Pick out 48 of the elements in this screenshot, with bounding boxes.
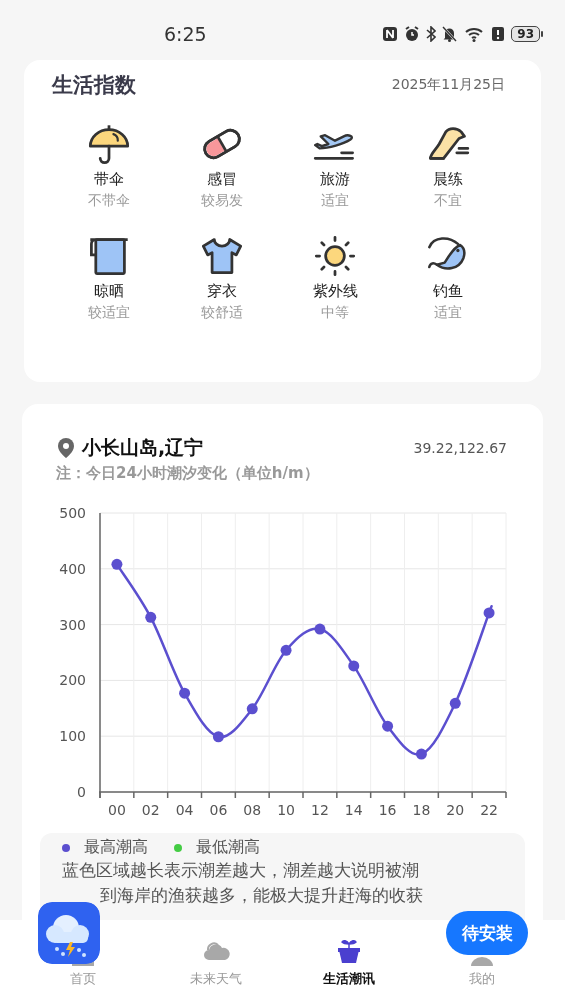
y-tick-label: 300 xyxy=(59,616,86,633)
x-tick-label: 06 xyxy=(209,802,228,818)
index-name: 带伞 xyxy=(93,169,124,190)
location-name: 小长山岛,辽宁 xyxy=(82,435,204,460)
index-value: 中等 xyxy=(321,303,350,322)
x-tick-label: 02 xyxy=(141,802,160,818)
coordinates-label: 39.22,122.67 xyxy=(413,440,507,456)
x-tick-label: 12 xyxy=(311,802,329,818)
index-value: 较舒适 xyxy=(200,303,243,322)
index-value: 较适宜 xyxy=(87,303,130,322)
legend-label: 最低潮高 xyxy=(196,837,260,858)
y-tick-label: 0 xyxy=(77,784,86,800)
x-tick-label: 14 xyxy=(344,802,363,818)
x-tick-label: 18 xyxy=(412,802,431,818)
chart-note: 注：今日24小时潮汐变化（单位h/m） xyxy=(56,464,320,483)
section-title: 生活指数 xyxy=(52,72,136,99)
description-text: 蓝色区域越长表示潮差越大，潮差越大说明被潮 xyxy=(62,859,420,882)
install-toast[interactable]: 待安装 xyxy=(446,911,528,955)
x-tick-label: 00 xyxy=(108,802,126,818)
legend-label: 最高潮高 xyxy=(84,837,148,858)
index-value: 适宜 xyxy=(321,191,350,210)
index-name: 钓鱼 xyxy=(433,281,464,302)
x-tick-label: 16 xyxy=(378,802,397,818)
y-tick-label: 100 xyxy=(59,728,86,745)
index-value: 不宜 xyxy=(434,191,463,210)
index-name: 晨练 xyxy=(433,169,464,190)
clock-time: 6:25 xyxy=(164,23,207,45)
index-name: 紫外线 xyxy=(312,281,358,302)
x-tick-label: 04 xyxy=(175,802,194,818)
index-name: 感冒 xyxy=(206,169,237,190)
index-value: 不带伞 xyxy=(87,191,130,210)
nav-tab[interactable]: 未来天气 xyxy=(189,938,242,1004)
index-value: 适宜 xyxy=(434,303,463,322)
index-name: 旅游 xyxy=(320,169,351,190)
index-name: 晾晒 xyxy=(93,281,124,302)
x-tick-label: 22 xyxy=(480,802,498,818)
x-tick-label: 10 xyxy=(277,802,295,818)
date-label: 2025年11月25日 xyxy=(391,76,505,94)
index-value: 较易发 xyxy=(200,191,243,210)
y-tick-label: 400 xyxy=(59,560,86,577)
x-tick-label: 08 xyxy=(243,802,262,818)
battery-indicator: 93 xyxy=(511,26,540,42)
y-tick-label: 200 xyxy=(59,672,86,689)
nav-tab[interactable]: 生活潮讯 xyxy=(323,938,376,1004)
description-text: 到海岸的渔获越多，能极大提升赶海的收获 xyxy=(99,884,424,907)
y-tick-label: 500 xyxy=(59,505,86,521)
x-tick-label: 20 xyxy=(446,802,465,818)
index-name: 穿衣 xyxy=(206,281,237,302)
